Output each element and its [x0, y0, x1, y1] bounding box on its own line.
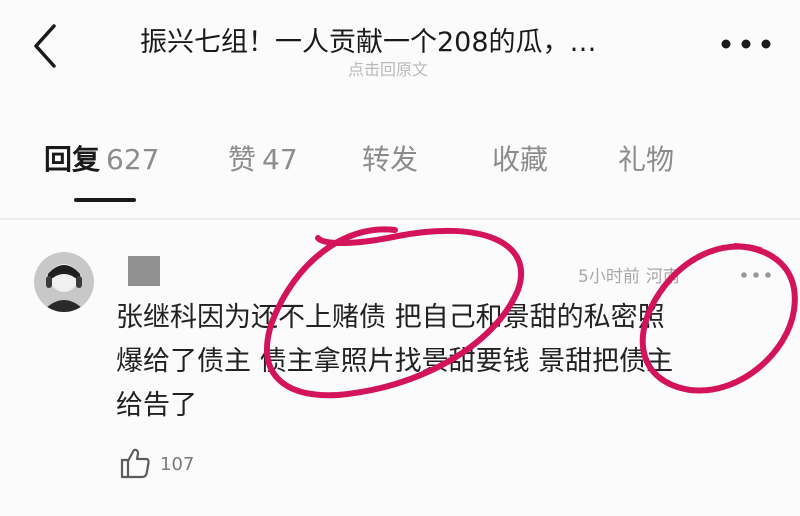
- back-to-original-link[interactable]: 点击回原文: [348, 56, 428, 80]
- more-horizontal-icon: [721, 39, 771, 49]
- comment-text: 张继科因为还不上赌债 把自己和景甜的私密照 爆给了债主 债主拿照片找景甜要钱 景…: [116, 296, 766, 428]
- comment-time: 5小时前: [578, 267, 640, 287]
- like-button[interactable]: 107: [118, 444, 278, 484]
- tab-label: 赞: [228, 143, 257, 176]
- active-tab-indicator: [74, 198, 136, 202]
- tab-label: 回复: [44, 143, 101, 176]
- comment-line: 给告了: [116, 390, 197, 421]
- tab-label: 转发: [362, 143, 419, 176]
- avatar-image: [34, 252, 94, 312]
- divider: [0, 218, 800, 220]
- username-redacted[interactable]: [128, 256, 160, 286]
- more-horizontal-icon: [741, 272, 771, 278]
- comment-line: 张继科因为还不上赌债 把自己和景甜的私密照: [116, 302, 665, 333]
- tab-gifts[interactable]: 礼物: [618, 138, 674, 178]
- comment-location: 河南: [645, 267, 680, 287]
- tab-bar: 回复 627 赞 47 转发 收藏 礼物: [0, 128, 800, 208]
- tab-count: 627: [106, 143, 160, 176]
- more-button[interactable]: [718, 34, 774, 54]
- back-button[interactable]: [24, 22, 68, 70]
- tab-label: 收藏: [492, 143, 549, 176]
- tab-reposts[interactable]: 转发: [362, 138, 418, 178]
- tab-label: 礼物: [618, 143, 675, 176]
- tab-count: 47: [262, 143, 298, 176]
- tab-likes[interactable]: 赞 47: [228, 138, 298, 178]
- top-bar: 振兴七组！一人贡献一个208的瓜，… 点击回原文: [0, 0, 800, 90]
- like-count: 107: [160, 454, 195, 475]
- avatar[interactable]: [34, 252, 94, 312]
- comment-meta: 5小时前 河南: [578, 262, 680, 287]
- thumbs-up-icon: [120, 448, 150, 479]
- comment-more-button[interactable]: [738, 266, 774, 278]
- post-title[interactable]: 振兴七组！一人贡献一个208的瓜，…: [140, 20, 680, 59]
- tab-replies[interactable]: 回复 627: [44, 138, 159, 178]
- chevron-left-icon: [34, 24, 56, 68]
- comment-line: 爆给了债主 债主拿照片找景甜要钱 景甜把债主: [116, 346, 674, 377]
- tab-favorites[interactable]: 收藏: [492, 138, 548, 178]
